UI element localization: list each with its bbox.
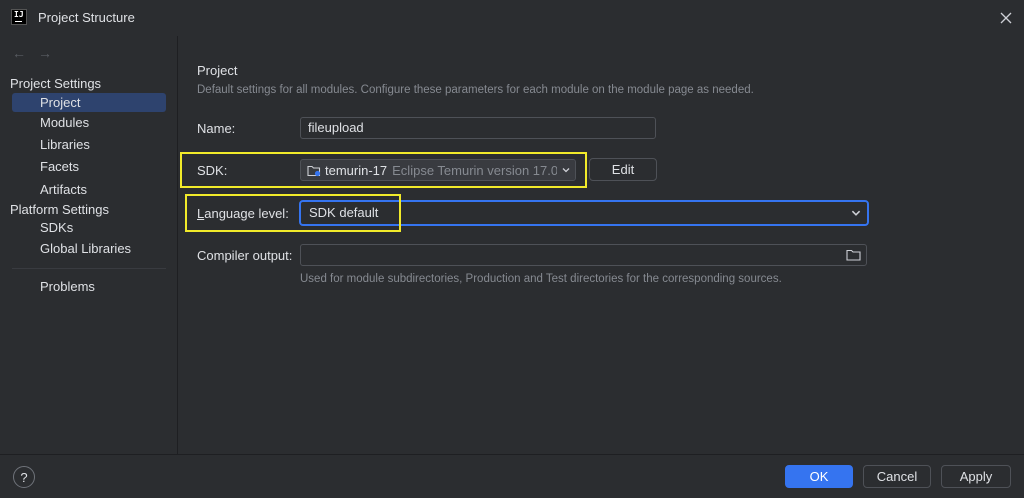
close-window-button[interactable]	[996, 8, 1016, 28]
sidebar-item-libraries[interactable]: Libraries	[12, 135, 166, 154]
chevron-down-icon	[851, 210, 861, 216]
compiler-output-label: Compiler output:	[197, 248, 293, 263]
sidebar-item-modules[interactable]: Modules	[12, 113, 166, 132]
sidebar-divider	[12, 268, 166, 269]
sdk-highlight-box	[180, 152, 587, 188]
compiler-output-field[interactable]	[300, 244, 867, 266]
window-title: Project Structure	[38, 10, 135, 25]
sidebar-item-sdks[interactable]: SDKs	[12, 218, 166, 237]
platform-settings-header: Platform Settings	[10, 202, 109, 217]
sidebar-item-project[interactable]: Project	[12, 93, 166, 112]
name-label: Name:	[197, 121, 236, 136]
ok-button[interactable]: OK	[785, 465, 853, 488]
compiler-output-hint: Used for module subdirectories, Producti…	[300, 273, 782, 285]
sidebar-item-global-libraries[interactable]: Global Libraries	[12, 239, 166, 258]
main-panel: Project Default settings for all modules…	[179, 36, 1024, 454]
page-title: Project	[197, 63, 238, 78]
back-arrow-icon[interactable]: ←	[12, 46, 26, 60]
sidebar-item-artifacts[interactable]: Artifacts	[12, 180, 166, 199]
project-settings-header: Project Settings	[10, 76, 102, 91]
nav-arrows: ← →	[12, 46, 52, 60]
sidebar: ← → Project Settings Project Modules Lib…	[0, 36, 178, 454]
forward-arrow-icon[interactable]: →	[38, 46, 52, 60]
apply-button[interactable]: Apply	[941, 465, 1011, 488]
sidebar-item-facets[interactable]: Facets	[12, 157, 166, 176]
language-level-highlight-box	[185, 194, 401, 232]
sidebar-item-problems[interactable]: Problems	[12, 277, 166, 296]
help-button[interactable]: ?	[13, 466, 35, 488]
browse-folder-icon[interactable]	[846, 248, 861, 262]
intellij-logo-icon: IJ	[11, 9, 27, 25]
dialog-footer: ? OK Cancel Apply	[0, 454, 1024, 498]
title-bar: IJ Project Structure	[0, 0, 1024, 36]
app-icon-text: IJ	[14, 10, 24, 19]
name-field[interactable]: fileupload	[300, 117, 656, 139]
edit-sdk-button[interactable]: Edit	[589, 158, 657, 181]
close-icon	[1000, 12, 1012, 24]
page-description: Default settings for all modules. Config…	[197, 84, 754, 96]
cancel-button[interactable]: Cancel	[863, 465, 931, 488]
